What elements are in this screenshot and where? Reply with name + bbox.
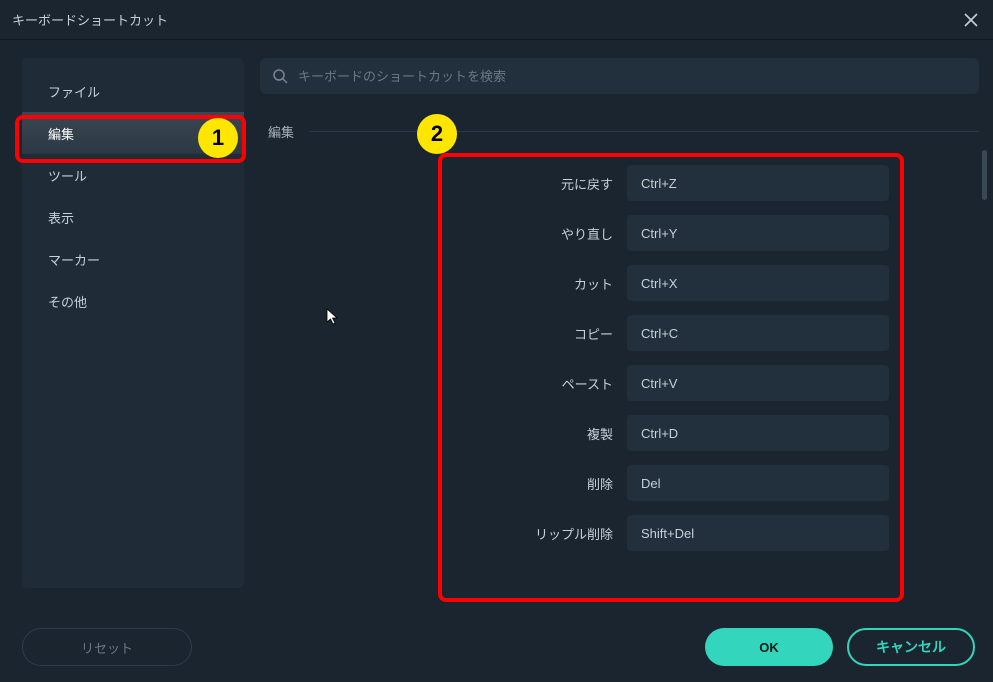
close-button[interactable]	[961, 10, 981, 30]
shortcut-row: リップル削除 Shift+Del	[460, 515, 889, 551]
shortcut-row: コピー Ctrl+C	[460, 315, 889, 351]
divider	[310, 131, 979, 132]
shortcut-label: やり直し	[561, 224, 613, 243]
sidebar-item-file[interactable]: ファイル	[22, 70, 244, 112]
footer-actions: OK キャンセル	[705, 628, 975, 666]
shortcut-row: 元に戻す Ctrl+Z	[460, 165, 889, 201]
window-title: キーボードショートカット	[12, 10, 168, 29]
content-area: ファイル 編集 ツール 表示 マーカー その他 編集 元に戻す Ctrl+Z や…	[0, 40, 993, 630]
shortcut-field[interactable]: Shift+Del	[627, 515, 889, 551]
sidebar-item-other[interactable]: その他	[22, 280, 244, 322]
shortcut-row: 複製 Ctrl+D	[460, 415, 889, 451]
section-heading: 編集	[268, 122, 294, 141]
shortcut-label: 削除	[587, 474, 613, 493]
shortcut-label: 複製	[587, 424, 613, 443]
section-header: 編集	[260, 122, 979, 141]
sidebar-item-label: 表示	[48, 208, 74, 227]
sidebar-item-edit[interactable]: 編集	[22, 112, 244, 154]
scrollbar[interactable]	[982, 150, 987, 200]
close-icon	[964, 13, 978, 27]
sidebar-item-view[interactable]: 表示	[22, 196, 244, 238]
shortcut-field[interactable]: Ctrl+C	[627, 315, 889, 351]
shortcut-field[interactable]: Ctrl+V	[627, 365, 889, 401]
shortcut-label: カット	[574, 274, 613, 293]
search-icon	[272, 68, 288, 84]
shortcut-field[interactable]: Ctrl+Z	[627, 165, 889, 201]
cancel-button[interactable]: キャンセル	[847, 628, 975, 666]
sidebar-item-label: ファイル	[48, 82, 100, 101]
shortcut-row: ペースト Ctrl+V	[460, 365, 889, 401]
shortcut-row: やり直し Ctrl+Y	[460, 215, 889, 251]
ok-button[interactable]: OK	[705, 628, 833, 666]
shortcut-field[interactable]: Ctrl+D	[627, 415, 889, 451]
sidebar-item-label: ツール	[48, 166, 87, 185]
shortcut-label: 元に戻す	[561, 174, 613, 193]
reset-button[interactable]: リセット	[22, 628, 192, 666]
shortcut-label: コピー	[574, 324, 613, 343]
titlebar: キーボードショートカット	[0, 0, 993, 40]
sidebar-item-label: マーカー	[48, 250, 100, 269]
sidebar-item-label: 編集	[48, 124, 74, 143]
main-panel: 編集 元に戻す Ctrl+Z やり直し Ctrl+Y カット Ctrl+X コピ…	[260, 58, 979, 630]
shortcut-field[interactable]: Ctrl+X	[627, 265, 889, 301]
sidebar-item-marker[interactable]: マーカー	[22, 238, 244, 280]
sidebar-item-label: その他	[48, 292, 87, 311]
sidebar-item-tools[interactable]: ツール	[22, 154, 244, 196]
shortcut-label: ペースト	[562, 374, 613, 393]
shortcut-row: カット Ctrl+X	[460, 265, 889, 301]
category-sidebar: ファイル 編集 ツール 表示 マーカー その他	[22, 58, 244, 588]
shortcut-field[interactable]: Del	[627, 465, 889, 501]
search-input[interactable]	[298, 69, 967, 84]
footer: リセット OK キャンセル	[22, 628, 975, 666]
shortcuts-list: 元に戻す Ctrl+Z やり直し Ctrl+Y カット Ctrl+X コピー C…	[260, 165, 979, 551]
search-box[interactable]	[260, 58, 979, 94]
shortcut-field[interactable]: Ctrl+Y	[627, 215, 889, 251]
shortcut-label: リップル削除	[535, 524, 613, 543]
shortcut-row: 削除 Del	[460, 465, 889, 501]
